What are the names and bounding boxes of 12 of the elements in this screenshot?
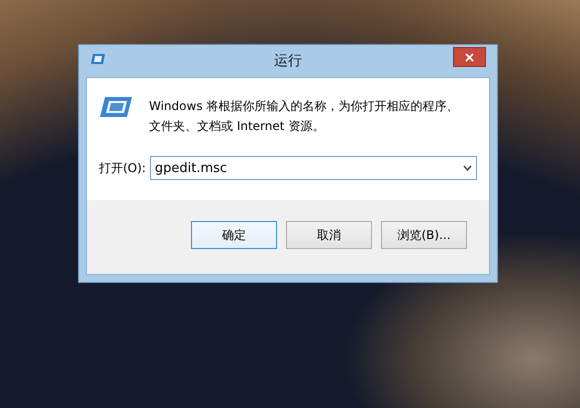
description-text: Windows 将根据你所输入的名称，为你打开相应的程序、文件夹、文档或 Internet 资源。 — [149, 98, 460, 135]
dropdown-caret-icon[interactable] — [463, 165, 472, 171]
open-label: 打开(O): — [99, 160, 146, 176]
dialog-button[interactable]: 取消 — [286, 221, 372, 249]
run-app-icon — [90, 53, 106, 65]
dialog-button[interactable]: 确定 — [191, 221, 277, 249]
close-button[interactable] — [453, 47, 486, 67]
close-icon — [465, 52, 474, 62]
run-program-icon — [99, 96, 133, 118]
command-combo-box[interactable]: gpedit.msc — [150, 156, 477, 180]
dialog-button[interactable]: 浏览(B)... — [381, 221, 467, 249]
window-title: 运行 — [274, 52, 302, 70]
